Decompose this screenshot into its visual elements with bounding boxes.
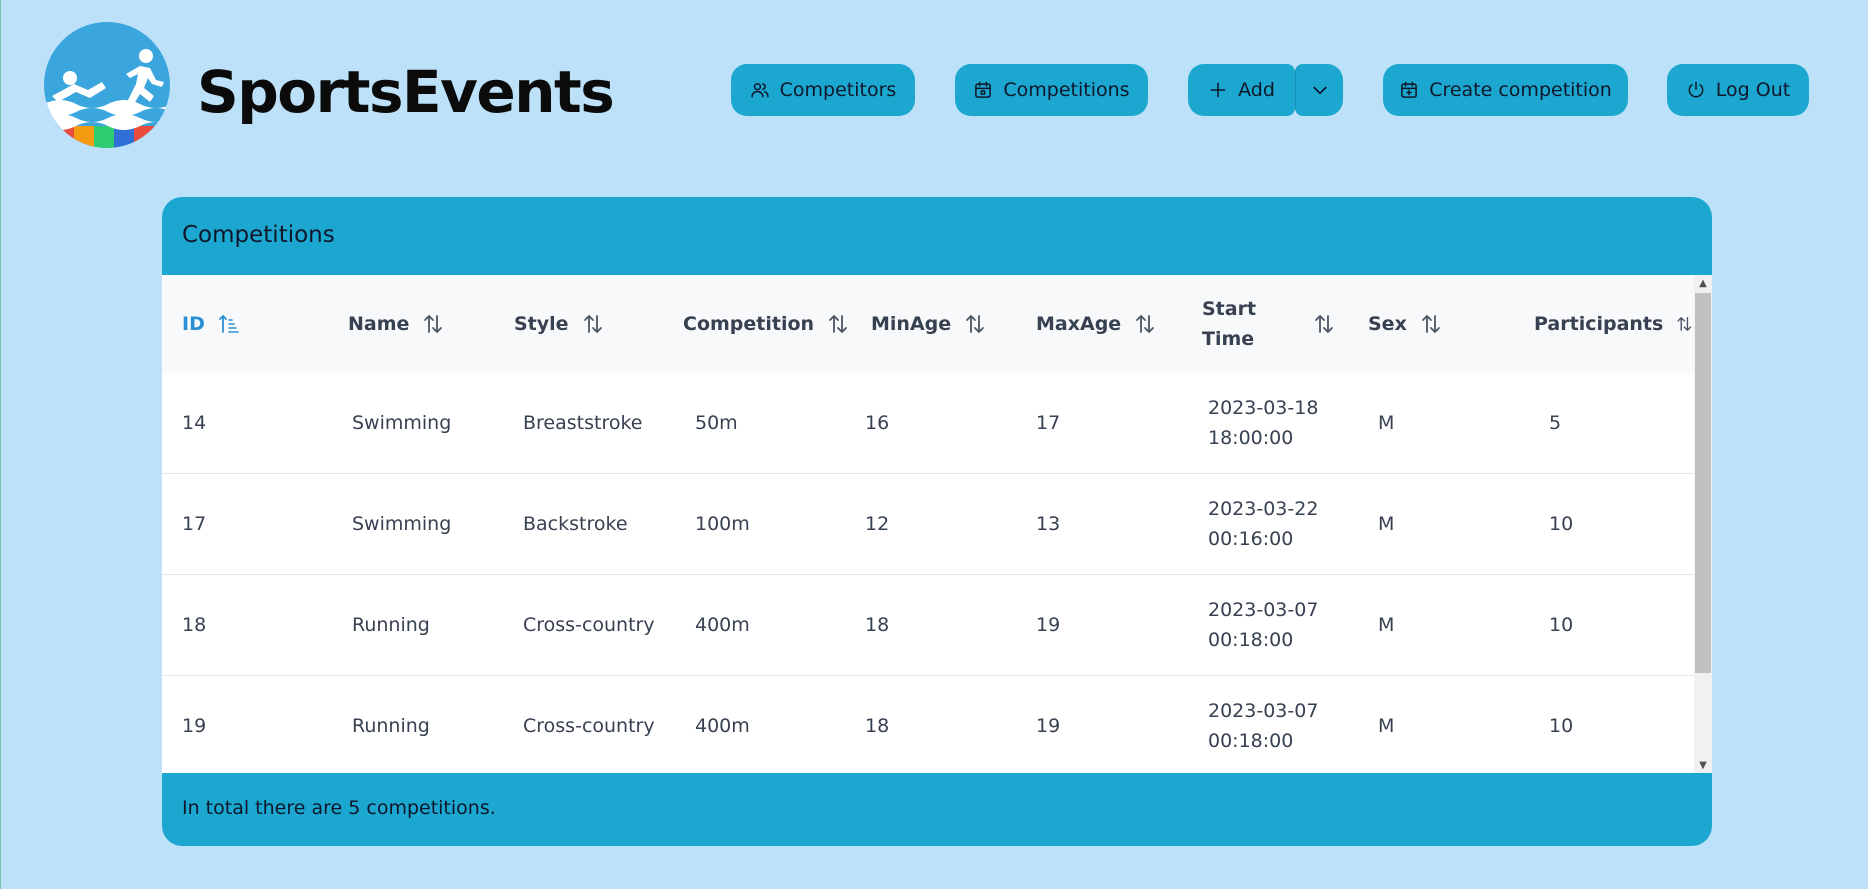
sort-icon: [424, 315, 443, 333]
table-cell: 17: [1036, 412, 1061, 434]
create-competition-label: Create competition: [1429, 79, 1612, 101]
table-cell: M: [1378, 513, 1395, 535]
table-row[interactable]: 18 Running Cross-country 400m 18 19 2023-03-07…: [162, 575, 1694, 676]
table-header: ID Name Style Competition MinAge MaxAge Start …: [162, 275, 1694, 374]
table-cell: 13: [1036, 513, 1061, 535]
sports-events-logo: [44, 22, 170, 148]
table-scrollbar[interactable]: ▲ ▼: [1694, 275, 1712, 773]
column-header-sex[interactable]: Sex: [1368, 275, 1534, 373]
table-cell: M: [1378, 412, 1395, 434]
create-competition-button[interactable]: Create competition: [1383, 64, 1628, 116]
add-dropdown-toggle[interactable]: [1295, 64, 1343, 116]
table-cell: 18: [865, 715, 890, 737]
table-cell: 2023-03-18 18:00:00: [1208, 397, 1319, 449]
total-count-text: In total there are 5 competitions.: [182, 797, 496, 819]
column-header-style[interactable]: Style: [514, 275, 683, 373]
scroll-thumb[interactable]: [1695, 293, 1711, 673]
table-cell: M: [1378, 715, 1395, 737]
logout-button[interactable]: Log Out: [1667, 64, 1809, 116]
column-header-label: Name: [348, 313, 410, 335]
table-cell: Swimming: [352, 513, 452, 535]
column-header-competition[interactable]: Competition: [683, 275, 871, 373]
column-header-label: MinAge: [871, 313, 952, 335]
table-cell: 400m: [695, 715, 750, 737]
card-title: Competitions: [182, 222, 335, 248]
table-row[interactable]: 17 Swimming Backstroke 100m 12 13 2023-03-22 0…: [162, 474, 1694, 575]
column-header-label: ID: [182, 313, 205, 335]
table-cell: Cross-country: [523, 715, 655, 737]
table-cell: 12: [865, 513, 890, 535]
competitions-table: ID Name Style Competition MinAge MaxAge Start …: [162, 275, 1712, 773]
users-icon: [750, 83, 769, 98]
competitions-label: Competitions: [1003, 79, 1130, 101]
brand-title: SportsEvents: [197, 58, 615, 126]
table-cell: Swimming: [352, 412, 452, 434]
table-cell: 400m: [695, 614, 750, 636]
plus-icon: [1210, 82, 1226, 98]
competitions-button[interactable]: Competitions: [955, 64, 1148, 116]
column-header-label: MaxAge: [1036, 313, 1122, 335]
column-header-label: Start Time: [1202, 298, 1257, 350]
table-cell: 100m: [695, 513, 750, 535]
chevron-down-icon: [1312, 86, 1327, 95]
table-row[interactable]: 19 Running Cross-country 400m 18 19 2023-03-07…: [162, 676, 1694, 773]
table-cell: M: [1378, 614, 1395, 636]
column-header-maxage[interactable]: MaxAge: [1036, 275, 1202, 373]
scroll-down-arrow[interactable]: ▼: [1694, 757, 1712, 773]
sort-icon: [1677, 317, 1692, 331]
column-header-name[interactable]: Name: [348, 275, 514, 373]
table-cell: Cross-country: [523, 614, 655, 636]
sort-icon: [829, 315, 847, 333]
sort-icon: [583, 315, 602, 333]
sort-icon: [966, 315, 985, 333]
column-header-start-time[interactable]: Start Time: [1202, 275, 1368, 373]
app-header: SportsEvents Competitors Competitions Ad…: [1, 0, 1868, 170]
table-cell: Breaststroke: [523, 412, 643, 434]
competitors-button[interactable]: Competitors: [731, 64, 915, 116]
card-footer: In total there are 5 competitions.: [162, 773, 1712, 846]
column-header-participants[interactable]: Participants: [1534, 275, 1694, 373]
table-cell: 5: [1549, 412, 1562, 434]
table-cell: 2023-03-22 00:16:00: [1208, 498, 1319, 550]
column-header-label: Competition: [683, 313, 815, 335]
column-header-label: Sex: [1368, 313, 1407, 335]
table-cell: 2023-03-07 00:18:00: [1208, 599, 1319, 651]
table-cell: 2023-03-07 00:18:00: [1208, 700, 1319, 752]
add-label: Add: [1238, 79, 1275, 101]
table-cell: 50m: [695, 412, 738, 434]
calendar-plus-icon: [1401, 81, 1418, 98]
column-header-label: Participants: [1534, 313, 1664, 335]
column-header-id[interactable]: ID: [182, 275, 348, 373]
table-cell: 18: [865, 614, 890, 636]
table-cell: 17: [182, 513, 207, 535]
power-icon: [1688, 81, 1704, 98]
calendar-icon: [975, 81, 992, 98]
table-cell: 10: [1549, 614, 1574, 636]
sort-ascending-icon: [218, 315, 239, 333]
competitions-card: Competitions ID Name Style Competition MinAg…: [162, 197, 1712, 846]
competitors-label: Competitors: [779, 79, 897, 101]
column-header-minage[interactable]: MinAge: [871, 275, 1036, 373]
sort-icon: [1421, 315, 1440, 333]
table-cell: Running: [352, 715, 430, 737]
table-cell: 18: [182, 614, 207, 636]
logout-label: Log Out: [1715, 79, 1791, 101]
table-cell: 19: [1036, 715, 1061, 737]
table-cell: Backstroke: [523, 513, 628, 535]
table-cell: Running: [352, 614, 430, 636]
column-header-label: Style: [514, 313, 569, 335]
card-header: Competitions: [162, 197, 1712, 275]
table-cell: 10: [1549, 513, 1574, 535]
sort-icon: [1315, 315, 1333, 333]
scroll-up-arrow[interactable]: ▲: [1694, 275, 1712, 291]
table-cell: 16: [865, 412, 890, 434]
add-button[interactable]: Add: [1188, 64, 1295, 116]
table-cell: 19: [1036, 614, 1061, 636]
sort-icon: [1136, 315, 1155, 333]
table-cell: 19: [182, 715, 207, 737]
table-row[interactable]: 14 Swimming Breaststroke 50m 16 17 2023-03-18 …: [162, 373, 1694, 474]
table-cell: 14: [182, 412, 207, 434]
table-cell: 10: [1549, 715, 1574, 737]
